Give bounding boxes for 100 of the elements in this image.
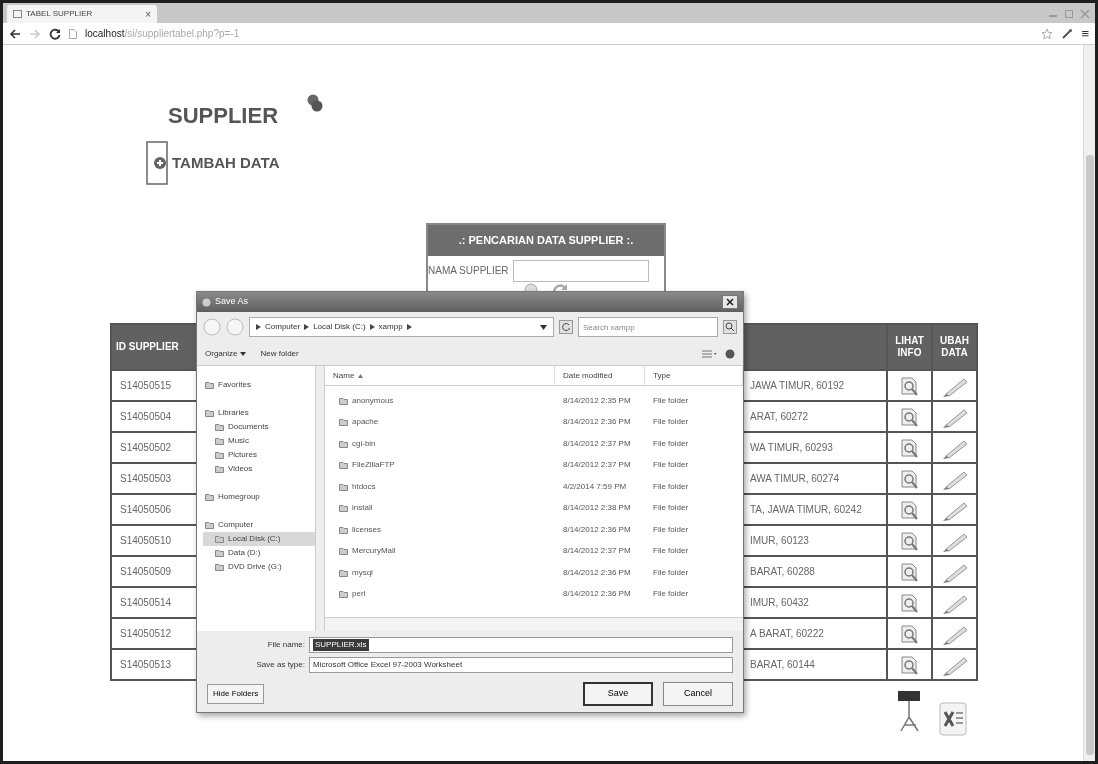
- column-header[interactable]: Name: [325, 366, 555, 385]
- nav-item[interactable]: Local Disk (C:): [203, 532, 315, 546]
- file-name[interactable]: install: [325, 502, 555, 515]
- view-options-icon[interactable]: [701, 348, 717, 359]
- back-arrow-icon[interactable]: [9, 28, 21, 39]
- forward-button-icon[interactable]: [226, 318, 244, 336]
- nav-item[interactable]: DVD Drive (G:): [203, 560, 315, 574]
- file-name[interactable]: anonymous: [325, 394, 555, 407]
- scrollbar[interactable]: [1083, 45, 1095, 761]
- column-header: LIHAT INFO: [887, 324, 932, 371]
- nav-item[interactable]: Data (D:): [203, 546, 315, 560]
- save-type-label: Save as type:: [255, 659, 305, 671]
- save-type-dropdown[interactable]: Microsoft Office Excel 97-2003 Worksheet: [309, 657, 733, 673]
- extension-icon[interactable]: [1061, 27, 1074, 40]
- breadcrumb-item[interactable]: xampp: [378, 321, 403, 333]
- nav-item[interactable]: Documents: [203, 420, 315, 434]
- search-icon[interactable]: [723, 320, 737, 334]
- dropdown-arrow-icon[interactable]: [540, 324, 547, 330]
- page-icon: [13, 10, 22, 18]
- caret-icon: [240, 351, 247, 356]
- tab-close-button[interactable]: ×: [145, 6, 151, 22]
- add-data-button[interactable]: TAMBAH DATA: [146, 141, 280, 186]
- column-header[interactable]: Date modified: [555, 366, 645, 385]
- file-date: 8/14/2012 2:35 PM: [562, 394, 632, 407]
- file-name[interactable]: perl: [325, 588, 555, 601]
- file-name[interactable]: cgi-bin: [325, 437, 555, 450]
- page-icon: [69, 28, 77, 39]
- breadcrumb-arrow-icon: [304, 324, 310, 330]
- folder-icon: [339, 461, 348, 470]
- cancel-button[interactable]: Cancel: [663, 682, 733, 706]
- hide-folders-button[interactable]: Hide Folders: [207, 684, 265, 704]
- search-panel-title: .: PENCARIAN DATA SUPPLIER :.: [428, 225, 664, 256]
- folder-icon: [339, 504, 348, 513]
- file-name[interactable]: FileZillaFTP: [325, 459, 555, 472]
- nav-item[interactable]: Videos: [203, 462, 315, 476]
- nav-item[interactable]: Music: [203, 434, 315, 448]
- file-date: 8/14/2012 2:36 PM: [562, 566, 632, 579]
- folder-icon: [339, 525, 348, 534]
- navigation-scrollbar[interactable]: [315, 366, 324, 631]
- organize-menu[interactable]: Organize: [205, 347, 247, 360]
- file-name[interactable]: htdocs: [325, 480, 555, 493]
- column-header: UBAH DATA: [932, 324, 977, 371]
- file-name[interactable]: apache: [325, 416, 555, 429]
- folder-icon: [339, 439, 348, 448]
- breadcrumb-item[interactable]: Computer: [265, 321, 301, 333]
- star-icon[interactable]: [1041, 27, 1054, 40]
- file-name-label: File name:: [266, 639, 305, 651]
- nav-item[interactable]: Computer: [203, 518, 315, 532]
- close-icon: [726, 298, 734, 306]
- save-button[interactable]: Save: [583, 682, 653, 706]
- breadcrumb-arrow-icon: [406, 324, 412, 330]
- nav-item[interactable]: Libraries: [203, 406, 315, 420]
- file-date: 8/14/2012 2:37 PM: [562, 459, 632, 472]
- file-type: File folder: [652, 502, 690, 515]
- new-folder-button[interactable]: New folder: [260, 347, 299, 360]
- breadcrumb-bar[interactable]: Computer Local Disk (C:) xampp: [249, 317, 554, 337]
- horizontal-scrollbar[interactable]: [325, 617, 743, 631]
- breadcrumb-arrow-icon: [369, 324, 375, 330]
- file-name[interactable]: MercuryMail: [325, 545, 555, 558]
- nav-item[interactable]: Pictures: [203, 448, 315, 462]
- excel-export-icon[interactable]: [938, 701, 968, 738]
- file-type: File folder: [652, 459, 690, 472]
- column-header[interactable]: Type: [645, 366, 743, 385]
- logo-icon: [306, 93, 325, 113]
- file-name[interactable]: licenses: [325, 523, 555, 536]
- forward-arrow-icon[interactable]: [29, 28, 41, 39]
- file-type: File folder: [652, 394, 690, 407]
- file-type: File folder: [652, 566, 690, 579]
- refresh-icon[interactable]: [559, 320, 573, 334]
- close-icon[interactable]: [1079, 9, 1091, 19]
- folder-icon: [339, 396, 348, 405]
- maximize-icon[interactable]: [1063, 9, 1075, 19]
- reload-icon[interactable]: [49, 27, 61, 40]
- menu-icon[interactable]: ≡: [1081, 23, 1089, 44]
- nav-item[interactable]: Homegroup: [203, 490, 315, 504]
- folder-icon: [339, 568, 348, 577]
- supplier-name-field[interactable]: [512, 259, 649, 282]
- file-type: File folder: [652, 588, 690, 601]
- folder-icon: [339, 482, 348, 491]
- browser-tab[interactable]: TABEL SUPPLIER ×: [7, 5, 157, 23]
- file-name[interactable]: mysql: [325, 566, 555, 579]
- folder-icon: [339, 418, 348, 427]
- file-date: 4/2/2014 7:59 PM: [562, 480, 628, 493]
- back-button-icon[interactable]: [203, 318, 221, 336]
- file-type: File folder: [652, 416, 690, 429]
- nav-item[interactable]: Favorites: [203, 378, 315, 392]
- breadcrumb-item[interactable]: Local Disk (C:): [313, 321, 366, 333]
- address-bar[interactable]: localhost/si/suppliertabel.php?p=-1: [85, 26, 240, 41]
- folder-icon: [339, 590, 348, 599]
- close-button[interactable]: [722, 295, 738, 309]
- file-type: File folder: [652, 523, 690, 536]
- file-type: File folder: [652, 437, 690, 450]
- scrollbar-thumb[interactable]: [1085, 155, 1094, 755]
- file-date: 8/14/2012 2:37 PM: [562, 437, 632, 450]
- file-name-field[interactable]: SUPPLIER.xls: [309, 637, 733, 653]
- file-date: 8/14/2012 2:38 PM: [562, 502, 632, 515]
- dialog-title: Save As: [215, 295, 249, 309]
- breadcrumb-arrow-icon: [256, 324, 261, 330]
- help-icon[interactable]: [725, 348, 735, 359]
- search-field[interactable]: Search xampp: [578, 317, 718, 337]
